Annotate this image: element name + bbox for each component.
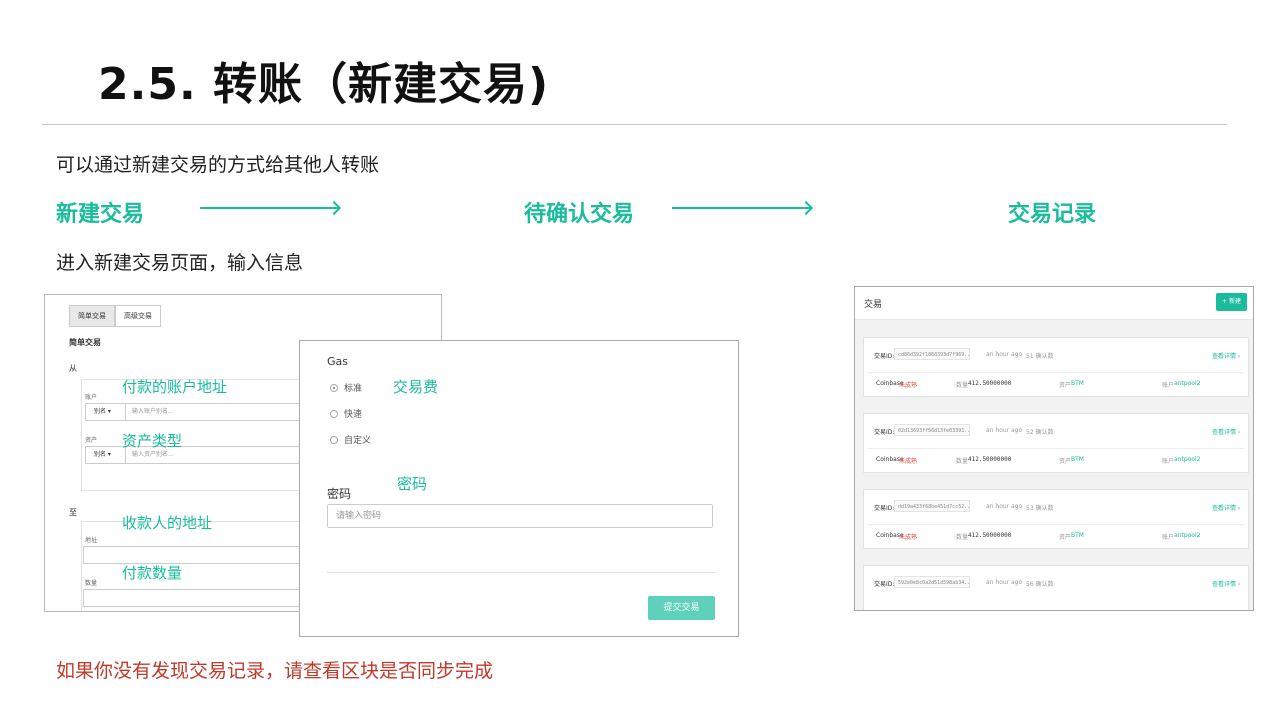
sync-warning-text: 如果你没有发现交易记录，请查看区块是否同步完成 <box>56 660 494 682</box>
step-pending-transaction: 待确认交易 <box>524 202 635 227</box>
annotation-password: 密码 <box>397 475 428 493</box>
tx-amount-label: 数量 <box>956 458 969 465</box>
tx-hash: cd86d392f1868393d7f969... <box>894 348 970 360</box>
to-label: 至 <box>69 508 77 517</box>
tx-asset-label: 资产 <box>1059 458 1072 465</box>
tx-amount: 412.50000000 <box>968 380 1012 387</box>
address-label: 地址 <box>85 537 98 544</box>
tx-amount-label: 数量 <box>956 382 969 389</box>
step-transaction-records: 交易记录 <box>1008 202 1097 227</box>
tx-id-label: 交易ID: <box>874 505 895 512</box>
tx-id-label: 交易ID: <box>874 429 895 436</box>
tx-detail-link[interactable]: 查看详情 › <box>1212 579 1240 588</box>
radio-selected-icon <box>330 383 338 392</box>
annotation-receiver-address: 收款人的地址 <box>122 514 213 532</box>
form-divider <box>327 572 715 573</box>
asset-label: 资产 <box>85 437 98 444</box>
password-input[interactable]: 请输入密码 <box>327 504 713 528</box>
tx-account: antpool2 <box>1174 532 1201 539</box>
transaction-tabs: 简单交易 高级交易 <box>69 305 161 327</box>
tx-hash: 02d13693ff56d13fe03391... <box>894 424 970 436</box>
tx-asset: BTM <box>1071 532 1084 539</box>
from-label: 从 <box>69 364 77 373</box>
gas-option-label: 自定义 <box>344 436 372 446</box>
transaction-list-header: 交易 + 新建 <box>855 287 1253 320</box>
gas-option-label: 快速 <box>344 410 363 420</box>
arrow-right-icon <box>200 207 338 209</box>
tx-asset: BTM <box>1071 380 1084 387</box>
transaction-list-screenshot: 交易 + 新建 交易ID: cd86d392f1868393d7f969... … <box>854 286 1254 611</box>
alias-dropdown[interactable]: 别名 ▾ <box>86 404 126 420</box>
transaction-card[interactable]: 交易ID: 02d13693ff56d13fe03391... an hour … <box>863 413 1249 473</box>
tx-time: an hour ago <box>986 427 1023 434</box>
account-label: 账户 <box>85 394 98 401</box>
tx-confirmations: 51 确认数 <box>1026 353 1054 360</box>
gas-option-custom[interactable]: 自定义 <box>330 433 371 446</box>
tx-status: 未成熟 <box>899 382 918 389</box>
gas-password-screenshot: Gas 标准 快速 自定义 密码 请输入密码 提交交易 <box>299 340 739 637</box>
radio-icon <box>330 435 338 444</box>
tx-hash: 592e0e8c0a2d51d598ab34... <box>894 576 970 588</box>
tx-asset: BTM <box>1071 456 1084 463</box>
amount-label: 数量 <box>85 580 98 587</box>
tx-asset-label: 资产 <box>1059 382 1072 389</box>
tx-asset-label: 资产 <box>1059 534 1072 541</box>
radio-icon <box>330 409 338 418</box>
gas-option-standard[interactable]: 标准 <box>330 381 362 394</box>
gas-option-label: 标准 <box>344 384 363 394</box>
tx-account-label: 账户 <box>1162 534 1175 541</box>
gas-option-fast[interactable]: 快速 <box>330 407 362 420</box>
tx-id-label: 交易ID: <box>874 353 895 360</box>
annotation-asset-type: 资产类型 <box>122 432 183 450</box>
title-divider <box>42 124 1227 125</box>
tx-amount-label: 数量 <box>956 534 969 541</box>
intro-text: 可以通过新建交易的方式给其他人转账 <box>56 154 380 176</box>
new-transaction-button[interactable]: + 新建 <box>1216 293 1247 311</box>
tx-detail-link[interactable]: 查看详情 › <box>1212 427 1240 436</box>
alias-dropdown[interactable]: 别名 ▾ <box>86 447 126 463</box>
tx-amount: 412.50000000 <box>968 532 1012 539</box>
tx-status: 未成熟 <box>899 534 918 541</box>
tx-confirmations: 53 确认数 <box>1026 505 1054 512</box>
tx-account: antpool2 <box>1174 380 1201 387</box>
tab-advanced[interactable]: 高级交易 <box>115 305 161 327</box>
tx-account-label: 账户 <box>1162 458 1175 465</box>
tx-detail-link[interactable]: 查看详情 › <box>1212 503 1240 512</box>
tx-amount: 412.50000000 <box>968 456 1012 463</box>
submit-transaction-button[interactable]: 提交交易 <box>648 596 715 620</box>
tx-id-label: 交易ID: <box>874 581 895 588</box>
password-label: 密码 <box>327 487 352 501</box>
tab-simple[interactable]: 简单交易 <box>69 305 115 327</box>
annotation-pay-amount: 付款数量 <box>122 564 183 582</box>
form-section-title: 简单交易 <box>69 338 101 347</box>
annotation-fee: 交易费 <box>393 378 439 396</box>
account-placeholder: 输入账户别名... <box>132 408 174 415</box>
gas-title: Gas <box>327 355 348 368</box>
transaction-card[interactable]: 交易ID: dd19a433f68be451d7cc52... an hour … <box>863 489 1249 549</box>
tx-confirmations: 52 确认数 <box>1026 429 1054 436</box>
transaction-card[interactable]: 交易ID: cd86d392f1868393d7f969... an hour … <box>863 337 1249 397</box>
slide-title: 2.5. 转账（新建交易) <box>98 59 550 110</box>
tx-time: an hour ago <box>986 351 1023 358</box>
tx-time: an hour ago <box>986 503 1023 510</box>
tx-status: 未成熟 <box>899 458 918 465</box>
transaction-card[interactable]: 交易ID: 592e0e8c0a2d51d598ab34... an hour … <box>863 565 1249 610</box>
annotation-pay-address: 付款的账户地址 <box>122 378 228 396</box>
tx-detail-link[interactable]: 查看详情 › <box>1212 351 1240 360</box>
tx-hash: dd19a433f68be451d7cc52... <box>894 500 970 512</box>
arrow-right-icon <box>672 207 810 209</box>
step-new-transaction: 新建交易 <box>56 202 145 227</box>
tx-account: antpool2 <box>1174 456 1201 463</box>
transaction-list-title: 交易 <box>864 300 883 310</box>
tx-confirmations: 56 确认数 <box>1026 581 1054 588</box>
subtitle-text: 进入新建交易页面，输入信息 <box>56 252 304 274</box>
tx-time: an hour ago <box>986 579 1023 586</box>
tx-account-label: 账户 <box>1162 382 1175 389</box>
